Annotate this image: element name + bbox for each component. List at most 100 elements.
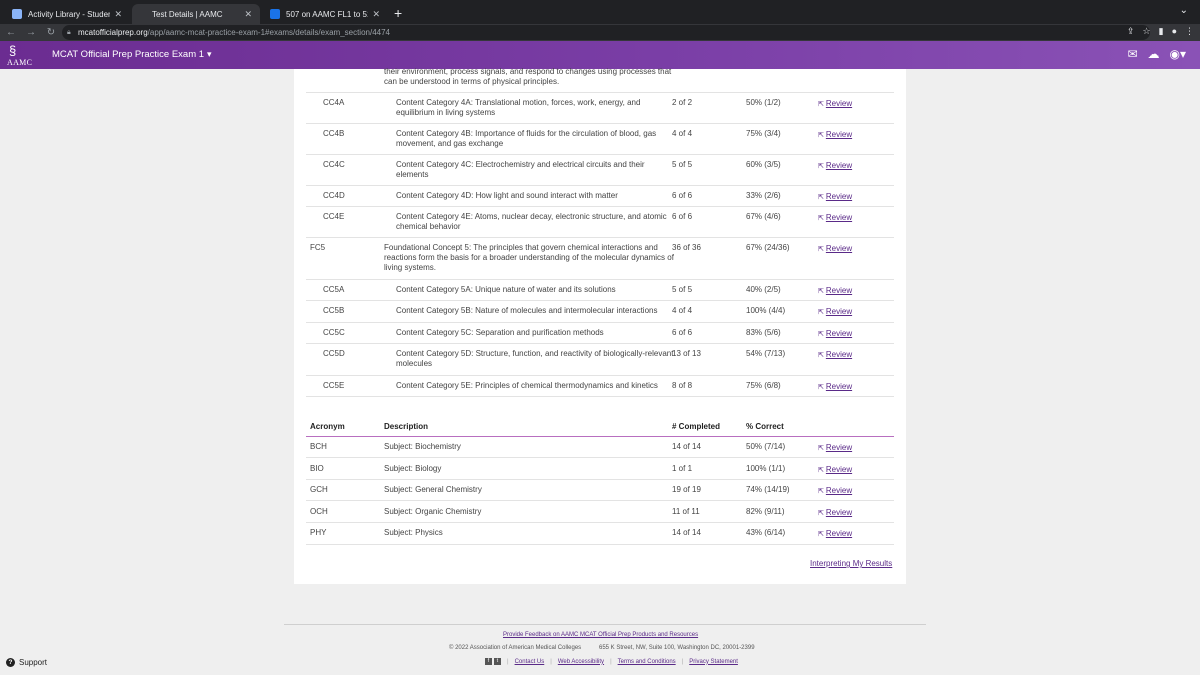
- browser-tab-reddit[interactable]: 507 on AAMC FL1 to 518 on ac ✕: [262, 4, 388, 24]
- help-circle-icon: ?: [6, 658, 15, 667]
- review-label: Review: [825, 443, 853, 452]
- privacy-link[interactable]: Privacy Statement: [689, 659, 738, 665]
- row-acronym: CC4D: [323, 191, 345, 200]
- review-link[interactable]: ⇱ Review: [818, 382, 852, 393]
- review-link[interactable]: ⇱ Review: [818, 244, 852, 255]
- review-link[interactable]: ⇱ Review: [818, 307, 852, 318]
- review-label: Review: [825, 130, 853, 139]
- row-acronym: GCH: [310, 485, 328, 494]
- tab-close-icon[interactable]: ✕: [114, 9, 122, 20]
- twitter-icon[interactable]: t: [494, 658, 501, 665]
- external-link-icon: ⇱: [818, 194, 824, 201]
- row-acronym: CC5A: [323, 285, 345, 294]
- new-tab-plus-icon[interactable]: +: [394, 4, 402, 22]
- row-completed: 8 of 8: [672, 381, 693, 390]
- row-completed: 4 of 4: [672, 129, 693, 138]
- row-completed: 5 of 5: [672, 160, 693, 169]
- row-description: Content Category 4E: Atoms, nuclear deca…: [396, 212, 667, 231]
- review-link[interactable]: ⇱ Review: [818, 213, 852, 224]
- review-label: Review: [825, 350, 853, 359]
- url-field[interactable]: 🔒︎ mcatofficialprep.org/app/aamc-mcat-pr…: [62, 25, 1150, 40]
- side-panel-icon[interactable]: ▮: [1159, 26, 1164, 37]
- review-link[interactable]: ⇱ Review: [818, 529, 852, 540]
- review-link[interactable]: ⇱ Review: [818, 508, 852, 519]
- web-accessibility-link[interactable]: Web Accessibility: [558, 659, 604, 665]
- external-link-icon: ⇱: [818, 309, 824, 316]
- tab-close-icon[interactable]: ✕: [244, 9, 252, 20]
- exam-selector[interactable]: MCAT Official Prep Practice Exam 1 ▾: [52, 49, 212, 60]
- row-completed: 36 of 36: [672, 243, 701, 252]
- row-completed: 6 of 6: [672, 328, 693, 337]
- review-link[interactable]: ⇱ Review: [818, 443, 852, 454]
- profile-icon[interactable]: ●: [1172, 26, 1177, 37]
- row-description: Subject: Biochemistry: [384, 442, 461, 451]
- review-link[interactable]: ⇱ Review: [818, 161, 852, 172]
- row-correct: 74% (14/19): [746, 485, 790, 494]
- row-description: their environment, process signals, and …: [384, 67, 672, 86]
- terms-link[interactable]: Terms and Conditions: [618, 659, 676, 665]
- row-completed: 11 of 11: [672, 507, 700, 516]
- review-link[interactable]: ⇱ Review: [818, 465, 852, 476]
- review-link[interactable]: ⇱ Review: [818, 350, 852, 361]
- header-acronym[interactable]: Acronym: [310, 422, 345, 432]
- external-link-icon: ⇱: [818, 246, 824, 253]
- reload-icon[interactable]: ↻: [42, 27, 60, 38]
- external-link-icon: ⇱: [818, 331, 824, 338]
- external-link-icon: ⇱: [818, 531, 824, 538]
- tab-title: 507 on AAMC FL1 to 518 on ac: [286, 9, 368, 19]
- bookmark-star-icon[interactable]: ☆: [1143, 26, 1151, 37]
- share-icon[interactable]: ⇪: [1127, 26, 1135, 37]
- review-link[interactable]: ⇱ Review: [818, 329, 852, 340]
- review-link[interactable]: ⇱ Review: [818, 192, 852, 203]
- row-acronym: CC4C: [323, 160, 345, 169]
- external-link-icon: ⇱: [818, 510, 824, 517]
- tab-search-chevron-icon[interactable]: ⌄: [1180, 5, 1188, 16]
- subject-table-header: Acronym Description # Completed % Correc…: [306, 418, 894, 437]
- address-text: 655 K Street, NW, Suite 100, Washington …: [599, 645, 755, 651]
- row-correct: 50% (1/2): [746, 98, 781, 107]
- review-label: Review: [825, 307, 853, 316]
- aamc-logo[interactable]: § AAMC: [4, 43, 38, 67]
- tab-title: Activity Library - Student Cour: [28, 9, 111, 19]
- row-correct: 67% (24/36): [746, 243, 790, 252]
- user-account-icon[interactable]: ◉▾: [1170, 47, 1187, 61]
- contact-us-link[interactable]: Contact Us: [515, 659, 545, 665]
- row-description: Content Category 4D: How light and sound…: [396, 191, 618, 200]
- support-button[interactable]: ? Support: [6, 658, 47, 667]
- row-acronym: CC4B: [323, 129, 345, 138]
- forward-arrow-icon[interactable]: →: [22, 27, 40, 38]
- caduceus-icon: §: [9, 43, 17, 58]
- cloud-check-icon[interactable]: ☁: [1148, 47, 1160, 61]
- header-completed[interactable]: # Completed: [672, 422, 720, 432]
- table-row: CC5E Content Category 5E: Principles of c…: [306, 376, 894, 397]
- header-correct[interactable]: % Correct: [746, 422, 784, 432]
- back-arrow-icon[interactable]: ←: [2, 27, 20, 38]
- browser-tab-activity-library[interactable]: Activity Library - Student Cour ✕: [4, 4, 130, 24]
- browser-address-bar: ← → ↻ 🔒︎ mcatofficialprep.org/app/aamc-m…: [0, 24, 1200, 41]
- tab-close-icon[interactable]: ✕: [372, 9, 380, 20]
- row-completed: 14 of 14: [672, 442, 701, 451]
- logo-text: AAMC: [7, 58, 33, 67]
- row-description: Content Category 4B: Importance of fluid…: [396, 129, 657, 148]
- review-label: Review: [825, 161, 853, 170]
- subject-row: BIO Subject: Biology 1 of 1 100% (1/1) ⇱ Revi…: [306, 459, 894, 480]
- row-acronym: PHY: [310, 528, 327, 537]
- row-acronym: BIO: [310, 464, 324, 473]
- row-completed: 6 of 6: [672, 212, 693, 221]
- review-link[interactable]: ⇱ Review: [818, 486, 852, 497]
- row-acronym: CC4E: [323, 212, 345, 221]
- row-acronym: OCH: [310, 507, 328, 516]
- browser-tab-test-details[interactable]: Test Details | AAMC ✕: [132, 4, 260, 24]
- feedback-link[interactable]: Provide Feedback on AAMC MCAT Official P…: [503, 632, 698, 638]
- interpreting-results-link[interactable]: Interpreting My Results: [810, 559, 892, 568]
- review-link[interactable]: ⇱ Review: [818, 286, 852, 297]
- header-description[interactable]: Description: [384, 422, 674, 432]
- facebook-icon[interactable]: f: [485, 658, 492, 665]
- review-link[interactable]: ⇱ Review: [818, 130, 852, 141]
- support-label: Support: [19, 658, 48, 667]
- tab-favicon-icon: [12, 9, 22, 19]
- table-row: CC5A Content Category 5A: Unique nature o…: [306, 280, 894, 301]
- review-link[interactable]: ⇱ Review: [818, 99, 852, 110]
- mail-icon[interactable]: ✉: [1127, 47, 1137, 61]
- menu-dots-icon[interactable]: ⋮: [1185, 26, 1194, 37]
